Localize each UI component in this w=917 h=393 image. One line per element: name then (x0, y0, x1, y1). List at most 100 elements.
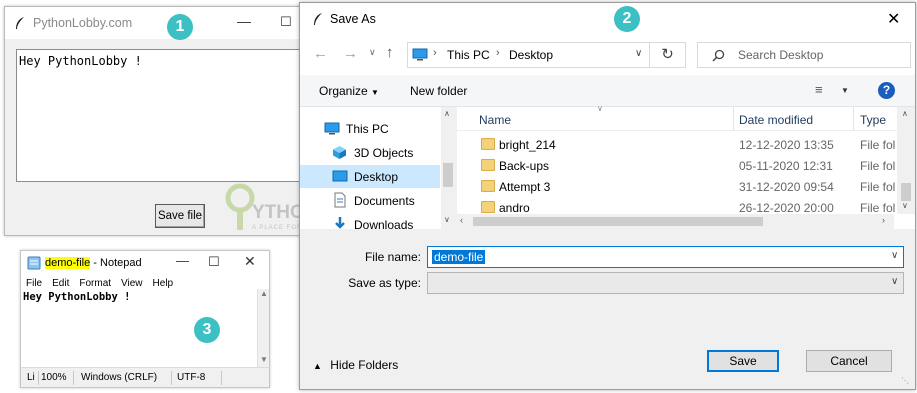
nav-item-downloads[interactable]: Downloads (300, 213, 440, 229)
menu-edit[interactable]: Edit (52, 278, 69, 289)
file-list-scrollbar[interactable]: ∧ ∨ (897, 107, 915, 214)
forward-icon[interactable]: → (343, 45, 358, 62)
column-headers: Name ∨ Date modified Type (457, 104, 897, 131)
scroll-up-icon[interactable]: ∧ (902, 109, 908, 118)
breadcrumb-separator-icon: › (433, 47, 437, 59)
file-scroll-thumb[interactable] (901, 183, 911, 201)
scroll-up-icon[interactable]: ▲ (260, 289, 268, 298)
save-button[interactable]: Save (707, 350, 779, 372)
save-as-dialog: Save As ✕ ← → ∨ ↑ › This PC › Desktop ∨ … (299, 2, 916, 390)
scroll-left-icon[interactable]: ‹ (460, 215, 463, 225)
new-folder-button[interactable]: New folder (410, 84, 467, 98)
dialog-toolbar: Organize ▼ New folder ≡ ▼ ? (300, 75, 915, 107)
save-file-button[interactable]: Save file (155, 204, 205, 228)
scroll-down-icon[interactable]: ▼ (260, 355, 268, 364)
status-position: Li (27, 372, 35, 383)
step-badge-3: 3 (194, 317, 220, 343)
file-date: 05-11-2020 12:31 (739, 159, 833, 173)
breadcrumb-desktop[interactable]: Desktop (509, 48, 553, 62)
address-dropdown-icon[interactable]: ∨ (635, 48, 642, 59)
chevron-up-icon: ▲ (313, 361, 322, 371)
file-list-hscrollbar[interactable]: ‹ › (457, 214, 894, 229)
resize-grip-icon[interactable]: ⋱ (901, 376, 911, 386)
hscroll-thumb[interactable] (473, 217, 763, 226)
breadcrumb-this-pc[interactable]: This PC (447, 48, 490, 62)
computer-icon (324, 122, 340, 135)
nav-item-this-pc[interactable]: This PC (300, 117, 440, 140)
menu-help[interactable]: Help (153, 278, 174, 289)
file-row[interactable]: Attempt 3 31-12-2020 09:54 File fol (457, 176, 897, 197)
address-bar-row: ← → ∨ ↑ › This PC › Desktop ∨ ↻ Search D… (300, 35, 915, 75)
download-icon (335, 217, 345, 229)
feather-icon (314, 13, 322, 25)
up-icon[interactable]: ↑ (386, 44, 394, 61)
address-breadcrumb[interactable]: › This PC › Desktop ∨ (407, 42, 650, 68)
notepad-scrollbar[interactable]: ▲ ▼ (257, 289, 269, 367)
save-as-titlebar[interactable]: Save As ✕ (300, 3, 915, 35)
notepad-title-suffix: - Notepad (90, 257, 142, 269)
scroll-down-icon[interactable]: ∨ (444, 215, 450, 224)
minimize-icon[interactable]: — (176, 253, 189, 268)
search-icon (712, 49, 725, 62)
menu-view[interactable]: View (121, 278, 143, 289)
nav-item-desktop[interactable]: Desktop (300, 165, 440, 188)
organize-button[interactable]: Organize ▼ (319, 84, 379, 98)
chevron-down-icon: ▼ (371, 88, 379, 97)
close-icon[interactable]: ✕ (244, 253, 256, 270)
computer-icon (412, 48, 428, 61)
file-type: File fol (860, 201, 896, 215)
scroll-up-icon[interactable]: ∧ (444, 109, 450, 118)
maximize-icon[interactable]: ☐ (208, 254, 220, 270)
hide-folders-toggle[interactable]: ▲ Hide Folders (313, 358, 398, 372)
scroll-right-icon[interactable]: › (882, 215, 885, 225)
step-badge-1: 1 (167, 14, 193, 40)
nav-item-documents[interactable]: Documents (300, 189, 440, 212)
scroll-down-icon[interactable]: ∨ (902, 201, 908, 210)
file-name: andro (499, 201, 530, 215)
cancel-button[interactable]: Cancel (806, 350, 892, 372)
view-options-icon[interactable]: ≡ (815, 82, 823, 97)
organize-label: Organize (319, 84, 368, 98)
file-name: Attempt 3 (499, 180, 551, 194)
search-placeholder: Search Desktop (738, 48, 824, 62)
tk-titlebar[interactable]: PythonLobby.com — ☐ (5, 7, 311, 39)
save-as-type-select[interactable]: ∨ (427, 272, 904, 294)
nav-scrollbar[interactable]: ∧ ∨ (441, 107, 455, 229)
folder-icon (481, 159, 495, 171)
notepad-text-area[interactable]: Hey PythonLobby ! (23, 291, 130, 303)
chevron-down-icon[interactable]: ▼ (841, 86, 849, 95)
folder-icon (481, 138, 495, 150)
file-name-label: File name: (364, 250, 421, 264)
nav-item-3d-objects[interactable]: 3D Objects (300, 141, 440, 164)
nav-item-label: 3D Objects (354, 146, 414, 160)
column-date-modified[interactable]: Date modified (739, 113, 813, 127)
tk-window-title: PythonLobby.com (33, 16, 133, 30)
maximize-icon[interactable]: ☐ (280, 14, 292, 30)
file-list: Name ∨ Date modified Type bright_214 12-… (457, 104, 915, 229)
status-encoding: UTF-8 (177, 372, 206, 383)
chevron-down-icon[interactable]: ∨ (891, 276, 898, 287)
folder-icon (481, 180, 495, 192)
back-icon[interactable]: ← (313, 45, 328, 62)
close-icon[interactable]: ✕ (887, 9, 900, 29)
tk-text-area[interactable]: Hey PythonLobby ! (16, 49, 310, 182)
recent-chevron-icon[interactable]: ∨ (369, 47, 376, 58)
nav-item-label: Documents (354, 194, 415, 208)
file-row[interactable]: Back-ups 05-11-2020 12:31 File fol (457, 155, 897, 176)
save-form: File name: demo-file ∨ Save as type: ∨ ▲… (300, 233, 915, 389)
minimize-icon[interactable]: — (237, 13, 251, 29)
file-name-input[interactable]: demo-file ∨ (427, 246, 904, 268)
save-as-type-label: Save as type: (348, 276, 421, 290)
menu-format[interactable]: Format (79, 278, 111, 289)
file-name-value: demo-file (432, 250, 486, 264)
menu-file[interactable]: File (26, 278, 42, 289)
column-type[interactable]: Type (860, 113, 886, 127)
notepad-statusbar: Li 100% Windows (CRLF) UTF-8 (21, 367, 269, 387)
nav-scroll-thumb[interactable] (443, 163, 453, 187)
refresh-icon[interactable]: ↻ (650, 42, 686, 68)
search-box[interactable]: Search Desktop (697, 42, 911, 68)
chevron-down-icon[interactable]: ∨ (891, 250, 898, 261)
file-row[interactable]: bright_214 12-12-2020 13:35 File fol (457, 134, 897, 155)
column-name[interactable]: Name (479, 113, 511, 127)
help-icon[interactable]: ? (878, 82, 895, 99)
